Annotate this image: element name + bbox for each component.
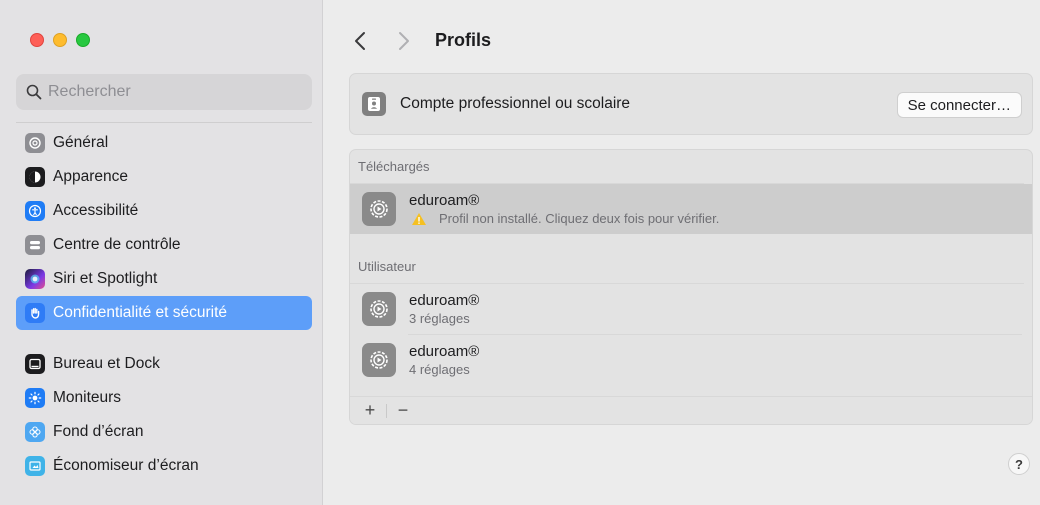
brightness-icon (25, 388, 45, 408)
hand-icon (25, 303, 45, 323)
profile-name: eduroam® (409, 192, 480, 209)
profile-settings-count: 4 réglages (409, 362, 470, 377)
list-footer: + − (350, 396, 1032, 424)
gear-icon (25, 133, 45, 153)
profile-settings-count: 3 réglages (409, 311, 470, 326)
sidebar-item-privacy[interactable]: Confidentialité et sécurité (16, 296, 312, 330)
sidebar-item-label: Apparence (53, 168, 128, 185)
toolbar: Profils (323, 0, 1040, 82)
sidebar-item-control-center[interactable]: Centre de contrôle (16, 228, 312, 262)
search-input[interactable] (48, 83, 298, 101)
sidebar-item-label: Bureau et Dock (53, 355, 160, 372)
profile-name: eduroam® (409, 343, 480, 360)
sidebar-item-label: Économiseur d’écran (53, 457, 199, 474)
control-center-icon (25, 235, 45, 255)
warning-icon (412, 212, 426, 225)
profile-row[interactable]: eduroam® 4 réglages (350, 335, 1032, 385)
sidebar-nav: Général Apparence Accessibilité Centre d… (16, 126, 312, 483)
sidebar-item-general[interactable]: Général (16, 126, 312, 160)
sidebar-item-desktop-dock[interactable]: Bureau et Dock (16, 347, 312, 381)
section-heading-user: Utilisateur (350, 250, 1024, 284)
sidebar-item-label: Général (53, 134, 109, 151)
profile-gear-icon (362, 192, 396, 226)
sidebar-item-appearance[interactable]: Apparence (16, 160, 312, 194)
window-controls (30, 33, 90, 47)
id-badge-icon (362, 92, 386, 116)
settings-window: Général Apparence Accessibilité Centre d… (0, 0, 1040, 505)
profile-status: Profil non installé. Cliquez deux fois p… (439, 211, 720, 226)
appearance-icon (25, 167, 45, 187)
screensaver-icon (25, 456, 45, 476)
sidebar-item-label: Fond d’écran (53, 423, 144, 440)
profile-row[interactable]: eduroam® 3 réglages (350, 284, 1032, 334)
profiles-panel: Téléchargés eduroam® Profil non installé… (349, 149, 1033, 425)
sidebar-item-siri[interactable]: Siri et Spotlight (16, 262, 312, 296)
sidebar-item-label: Accessibilité (53, 202, 139, 219)
chevron-right-icon (399, 32, 409, 50)
sidebar-item-label: Siri et Spotlight (53, 270, 158, 287)
sidebar-item-displays[interactable]: Moniteurs (16, 381, 312, 415)
sidebar-item-screensaver[interactable]: Économiseur d’écran (16, 449, 312, 483)
accessibility-icon (25, 201, 45, 221)
chevron-left-icon (355, 32, 365, 50)
back-button[interactable] (349, 29, 371, 53)
account-label: Compte professionnel ou scolaire (400, 95, 631, 112)
sidebar: Général Apparence Accessibilité Centre d… (0, 0, 323, 505)
section-heading-downloaded: Téléchargés (350, 150, 1024, 184)
account-panel: Compte professionnel ou scolaire Se conn… (349, 73, 1033, 135)
add-profile-button[interactable]: + (360, 400, 380, 421)
profile-gear-icon (362, 343, 396, 377)
remove-profile-button[interactable]: − (393, 400, 413, 421)
dock-icon (25, 354, 45, 374)
sidebar-item-label: Centre de contrôle (53, 236, 181, 253)
profile-name: eduroam® (409, 292, 480, 309)
wallpaper-icon (25, 422, 45, 442)
forward-button[interactable] (393, 29, 415, 53)
search-icon (26, 84, 42, 100)
sidebar-item-label: Moniteurs (53, 389, 122, 406)
sidebar-divider (16, 122, 312, 123)
page-title: Profils (435, 30, 492, 50)
zoom-window-button[interactable] (76, 33, 90, 47)
sidebar-item-label: Confidentialité et sécurité (53, 304, 228, 321)
footer-separator (386, 403, 387, 418)
profile-gear-icon (362, 292, 396, 326)
profile-row[interactable]: eduroam® Profil non installé. Cliquez de… (350, 184, 1032, 234)
help-button[interactable]: ? (1008, 453, 1030, 475)
main-content: Profils Compte professionnel ou scolaire… (323, 0, 1040, 505)
sidebar-item-wallpaper[interactable]: Fond d’écran (16, 415, 312, 449)
search-field[interactable] (16, 74, 312, 110)
minimize-window-button[interactable] (53, 33, 67, 47)
close-window-button[interactable] (30, 33, 44, 47)
sidebar-item-accessibility[interactable]: Accessibilité (16, 194, 312, 228)
siri-icon (25, 269, 45, 289)
sign-in-button[interactable]: Se connecter… (896, 92, 1022, 118)
